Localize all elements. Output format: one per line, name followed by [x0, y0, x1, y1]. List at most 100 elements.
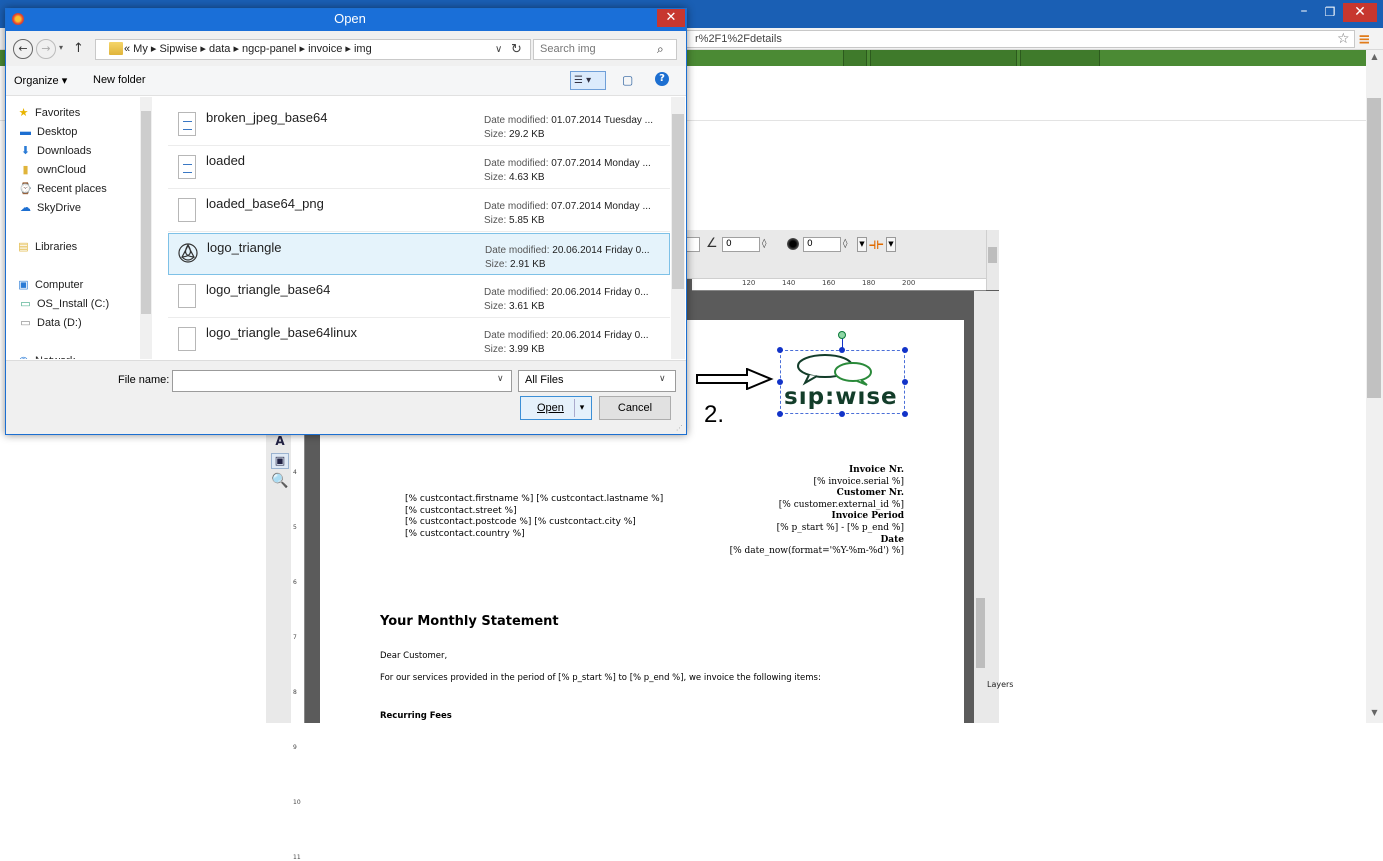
file-row[interactable]: broken_jpeg_base64 Date modified: 01.07.2…	[168, 104, 670, 146]
up-folder-button[interactable]: ↑	[73, 39, 87, 59]
scroll-up-arrow-icon[interactable]: ▲	[1366, 52, 1383, 64]
file-name[interactable]: loaded_base64_png	[206, 196, 324, 211]
breadcrumb[interactable]: « My ▸ Sipwise ▸ data ▸ ngcp-panel ▸ inv…	[95, 39, 531, 60]
back-button[interactable]: ←	[13, 39, 33, 59]
invoice-field-label: Date	[880, 534, 904, 545]
browser-menu-icon[interactable]: ≡	[1358, 31, 1374, 47]
step-label: 2.	[704, 401, 725, 428]
new-folder-button[interactable]: New folder	[93, 74, 146, 86]
nav-item-os-install-c-[interactable]: ▭ OS_Install (C:)	[18, 296, 109, 312]
angle-spinner[interactable]: ◊	[762, 236, 776, 252]
align-dropdown[interactable]: ▼	[886, 237, 896, 252]
file-row[interactable]: logo_triangle_base64 Date modified: 20.06…	[168, 276, 670, 318]
open-button-label[interactable]: Open	[537, 402, 564, 414]
zoom-tool-button[interactable]: 🔍	[271, 474, 289, 490]
chrome-icon	[12, 13, 24, 25]
file-name[interactable]: logo_triangle_base64linux	[206, 325, 357, 340]
dialog-close-button[interactable]: ✕	[657, 9, 685, 27]
drive-icon: ▭	[20, 298, 31, 310]
preview-pane-button[interactable]: ▢	[622, 72, 636, 88]
resize-handle[interactable]	[902, 347, 908, 353]
page-scroll-thumb[interactable]	[1367, 98, 1381, 398]
nav-item-downloads[interactable]: ⬇ Downloads	[18, 143, 92, 159]
maximize-button[interactable]: ❐	[1317, 4, 1343, 22]
nav-item-skydrive[interactable]: ☁ SkyDrive	[18, 200, 81, 216]
star-icon: ★	[18, 107, 29, 119]
computer-icon: ▣	[18, 279, 29, 291]
blur-spinner[interactable]: ◊	[843, 236, 857, 252]
file-row[interactable]: logo_triangle_base64linux Date modified: …	[168, 319, 670, 361]
address-line: [% custcontact.street %]	[405, 505, 517, 516]
file-name[interactable]: loaded	[206, 153, 245, 168]
address-dropdown[interactable]: ∨	[495, 39, 509, 60]
image-tool-button[interactable]: ▣	[271, 453, 289, 469]
ruler-label: 11	[293, 854, 301, 861]
toolbar-scroll-thumb[interactable]	[988, 247, 997, 263]
address-line: [% custcontact.country %]	[405, 528, 525, 539]
file-icon	[178, 327, 196, 351]
organize-button[interactable]: Organize ▾	[14, 74, 67, 87]
ruler-label: 6	[293, 579, 297, 586]
toolbar-input[interactable]	[686, 237, 700, 252]
file-name[interactable]: logo_triangle	[207, 240, 281, 255]
file-list-scroll-thumb[interactable]	[672, 114, 684, 289]
minimize-button[interactable]: –	[1291, 4, 1317, 22]
angle-input[interactable]: 0	[722, 237, 760, 252]
resize-grip-icon[interactable]: ⋰	[676, 424, 684, 432]
navigation-scroll-thumb[interactable]	[141, 111, 151, 314]
invoice-field-value: [% date_now(format='%Y-%m-%d') %]	[729, 546, 904, 557]
navbar-tab[interactable]	[870, 50, 1017, 66]
date-value: 20.06.2014 Friday 0...	[551, 330, 649, 341]
search-input[interactable]: Search img	[533, 39, 677, 60]
file-name-dropdown[interactable]: ∨	[497, 374, 509, 388]
nav-item-data-d-[interactable]: ▭ Data (D:)	[18, 315, 81, 331]
cancel-button[interactable]: Cancel	[599, 396, 671, 420]
downloads-icon: ⬇	[20, 145, 31, 157]
forward-button[interactable]: →	[36, 39, 56, 59]
change-view-button[interactable]: ☰ ▾	[570, 71, 606, 90]
nav-item-owncloud[interactable]: ▮ ownCloud	[18, 162, 85, 178]
scroll-down-arrow-icon[interactable]: ▼	[1366, 708, 1383, 720]
resize-handle[interactable]	[777, 379, 783, 385]
refresh-icon[interactable]: ↻	[511, 39, 529, 60]
bookmark-star-icon[interactable]: ☆	[1337, 31, 1353, 47]
nav-item-desktop[interactable]: ▬ Desktop	[18, 124, 77, 140]
chat-bubbles-icon	[797, 354, 872, 386]
recent-locations-dropdown[interactable]: ▾	[59, 43, 69, 55]
file-name[interactable]: logo_triangle_base64	[206, 282, 330, 297]
nav-item-computer[interactable]: ▣ Computer	[16, 277, 83, 293]
file-row[interactable]: loaded_base64_png Date modified: 07.07.20…	[168, 190, 670, 232]
blur-dropdown[interactable]: ▼	[857, 237, 867, 252]
navbar-tab[interactable]	[843, 50, 867, 66]
canvas-scroll-thumb[interactable]	[976, 598, 985, 668]
nav-item-favorites[interactable]: ★ Favorites	[16, 105, 81, 121]
rotation-handle[interactable]	[838, 331, 846, 339]
nav-item-recent-places[interactable]: ⌚ Recent places	[18, 181, 107, 197]
size-label: Size:	[484, 215, 510, 226]
nav-item-label: Computer	[35, 279, 84, 291]
file-size: Size: 3.61 KB	[484, 301, 545, 312]
nav-item-libraries[interactable]: ▤ Libraries	[16, 239, 77, 255]
file-row[interactable]: logo_triangle Date modified: 20.06.2014 F…	[168, 233, 670, 275]
navbar-tab[interactable]	[1020, 50, 1100, 66]
file-type-select[interactable]: All Files	[518, 370, 676, 392]
blur-input[interactable]: 0	[803, 237, 841, 252]
cloud-icon: ☁	[20, 202, 31, 214]
file-name-input[interactable]	[172, 370, 512, 392]
file-size: Size: 3.99 KB	[484, 344, 545, 355]
help-button[interactable]: ?	[655, 72, 669, 86]
layers-tab[interactable]: Layers	[987, 681, 1013, 723]
file-name[interactable]: broken_jpeg_base64	[206, 110, 327, 125]
align-icon[interactable]: ⟛	[869, 234, 884, 254]
file-row[interactable]: loaded Date modified: 07.07.2014 Monday .…	[168, 147, 670, 189]
chevron-down-icon[interactable]: ∨	[659, 374, 671, 388]
text-tool-button[interactable]: A	[271, 434, 289, 450]
nav-item-network[interactable]: ◉ Network	[16, 353, 76, 359]
resize-handle[interactable]	[777, 347, 783, 353]
close-window-button[interactable]: ✕	[1343, 3, 1377, 22]
size-value: 4.63 KB	[509, 172, 545, 183]
invoice-field-label: Invoice Period	[831, 511, 904, 522]
open-split-dropdown[interactable]: ▾	[574, 399, 589, 417]
resize-handle[interactable]	[777, 411, 783, 417]
search-icon[interactable]: ⌕	[657, 40, 673, 58]
